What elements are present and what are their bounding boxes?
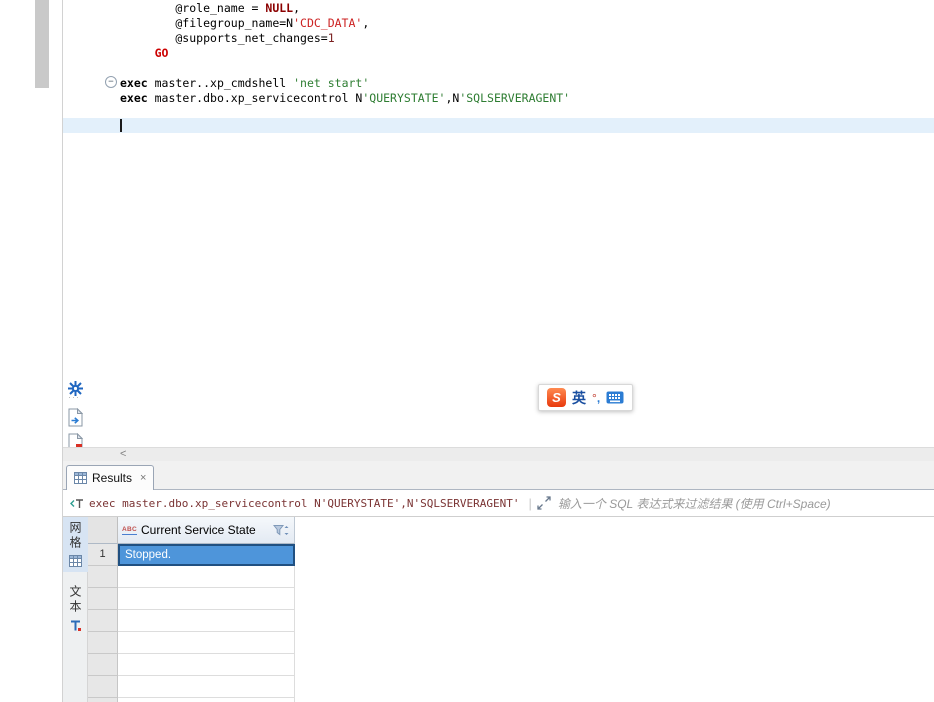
text-caret xyxy=(120,119,122,132)
close-icon[interactable]: × xyxy=(140,472,146,484)
data-cell[interactable] xyxy=(118,698,295,702)
data-cell[interactable] xyxy=(118,566,295,588)
code-line: exec master.dbo.xp_servicecontrol N'QUER… xyxy=(120,91,570,106)
tab-text-view-label: 文本 xyxy=(67,585,84,615)
data-cell[interactable]: Stopped. xyxy=(118,544,295,566)
ime-status-bar[interactable]: S 英 °, xyxy=(538,384,633,411)
table-row xyxy=(88,698,934,702)
grid-corner-cell[interactable] xyxy=(88,517,118,544)
data-cell[interactable] xyxy=(118,610,295,632)
ime-logo-icon: S xyxy=(547,388,566,407)
string-type-icon: ABC xyxy=(122,526,137,535)
code-line: @filegroup_name=N'CDC_DATA', xyxy=(120,16,570,31)
code-line: @role_name = NULL, xyxy=(120,1,570,16)
row-number-cell[interactable] xyxy=(88,566,118,588)
sql-editor[interactable]: − @role_name = NULL, @filegroup_name=N'C… xyxy=(63,0,934,447)
row-number-cell[interactable] xyxy=(88,698,118,702)
table-row: 1Stopped. xyxy=(88,544,934,566)
results-tab-bar: Results × xyxy=(63,461,934,490)
export-file-icon[interactable] xyxy=(66,407,84,427)
data-cell[interactable] xyxy=(118,588,295,610)
filter-query-text[interactable]: exec master.dbo.xp_servicecontrol N'QUER… xyxy=(89,497,519,510)
expand-filter-icon[interactable] xyxy=(537,496,551,510)
horizontal-scrollbar[interactable]: < xyxy=(63,447,934,461)
grid-icon xyxy=(74,472,87,484)
row-number-cell[interactable] xyxy=(88,588,118,610)
fold-collapse-icon[interactable]: − xyxy=(105,76,117,88)
table-row xyxy=(88,676,934,698)
table-row xyxy=(88,588,934,610)
table-row xyxy=(88,610,934,632)
ime-language-mode[interactable]: 英 xyxy=(572,388,586,408)
row-number-cell[interactable] xyxy=(88,610,118,632)
tab-results[interactable]: Results × xyxy=(66,465,154,490)
code-line: @supports_net_changes=1 xyxy=(120,31,570,46)
results-grid[interactable]: ABC Current Service State 1Stopped. xyxy=(88,517,934,702)
code-line: exec master..xp_cmdshell 'net start' xyxy=(120,76,570,91)
column-filter-sort-icon[interactable] xyxy=(273,524,290,537)
code-line: GO xyxy=(120,46,570,61)
table-row xyxy=(88,654,934,676)
grid-rows: 1Stopped. xyxy=(88,544,934,702)
tab-grid-view-label: 网格 xyxy=(67,521,84,551)
result-view-switcher: 网格 文本 xyxy=(63,517,88,702)
tab-grid-view[interactable]: 网格 xyxy=(63,517,88,572)
data-cell[interactable] xyxy=(118,632,295,654)
column-header-current-service-state[interactable]: ABC Current Service State xyxy=(118,517,295,544)
more-dots-icon: ··· xyxy=(68,392,80,402)
filter-separator: | xyxy=(528,496,531,511)
vertical-scrollbar-thumb[interactable] xyxy=(35,0,49,88)
ime-punct-comma: , xyxy=(597,391,600,405)
table-row xyxy=(88,632,934,654)
sql-editor-window: − @role_name = NULL, @filegroup_name=N'C… xyxy=(0,0,934,702)
expand-filter-icon-graphic xyxy=(537,496,551,510)
ime-keyboard-icon[interactable] xyxy=(606,391,624,404)
code-line xyxy=(120,61,570,76)
text-view-icon xyxy=(69,619,82,632)
row-number-cell[interactable] xyxy=(88,676,118,698)
results-filter-bar: exec master.dbo.xp_servicecontrol N'QUER… xyxy=(63,490,934,517)
grid-view-icon xyxy=(69,555,82,567)
data-cell[interactable] xyxy=(118,676,295,698)
export-file-icon-graphic xyxy=(68,408,83,427)
filter-input-placeholder[interactable]: 输入一个 SQL 表达式来过滤结果 (使用 Ctrl+Space) xyxy=(558,495,831,512)
column-title: Current Service State xyxy=(141,523,269,537)
table-row xyxy=(88,566,934,588)
filter-edit-icon[interactable] xyxy=(69,497,84,510)
tab-results-label: Results xyxy=(92,471,132,485)
ime-punctuation-icon[interactable]: °, xyxy=(592,391,600,405)
current-line-highlight xyxy=(63,118,934,133)
tab-text-view[interactable]: 文本 xyxy=(63,581,88,637)
scroll-left-icon[interactable]: < xyxy=(120,448,126,461)
row-number-cell[interactable]: 1 xyxy=(88,544,118,566)
grid-header-row: ABC Current Service State xyxy=(88,517,934,544)
data-cell[interactable] xyxy=(118,654,295,676)
code-lines: @role_name = NULL, @filegroup_name=N'CDC… xyxy=(120,1,570,106)
row-number-cell[interactable] xyxy=(88,632,118,654)
row-number-cell[interactable] xyxy=(88,654,118,676)
